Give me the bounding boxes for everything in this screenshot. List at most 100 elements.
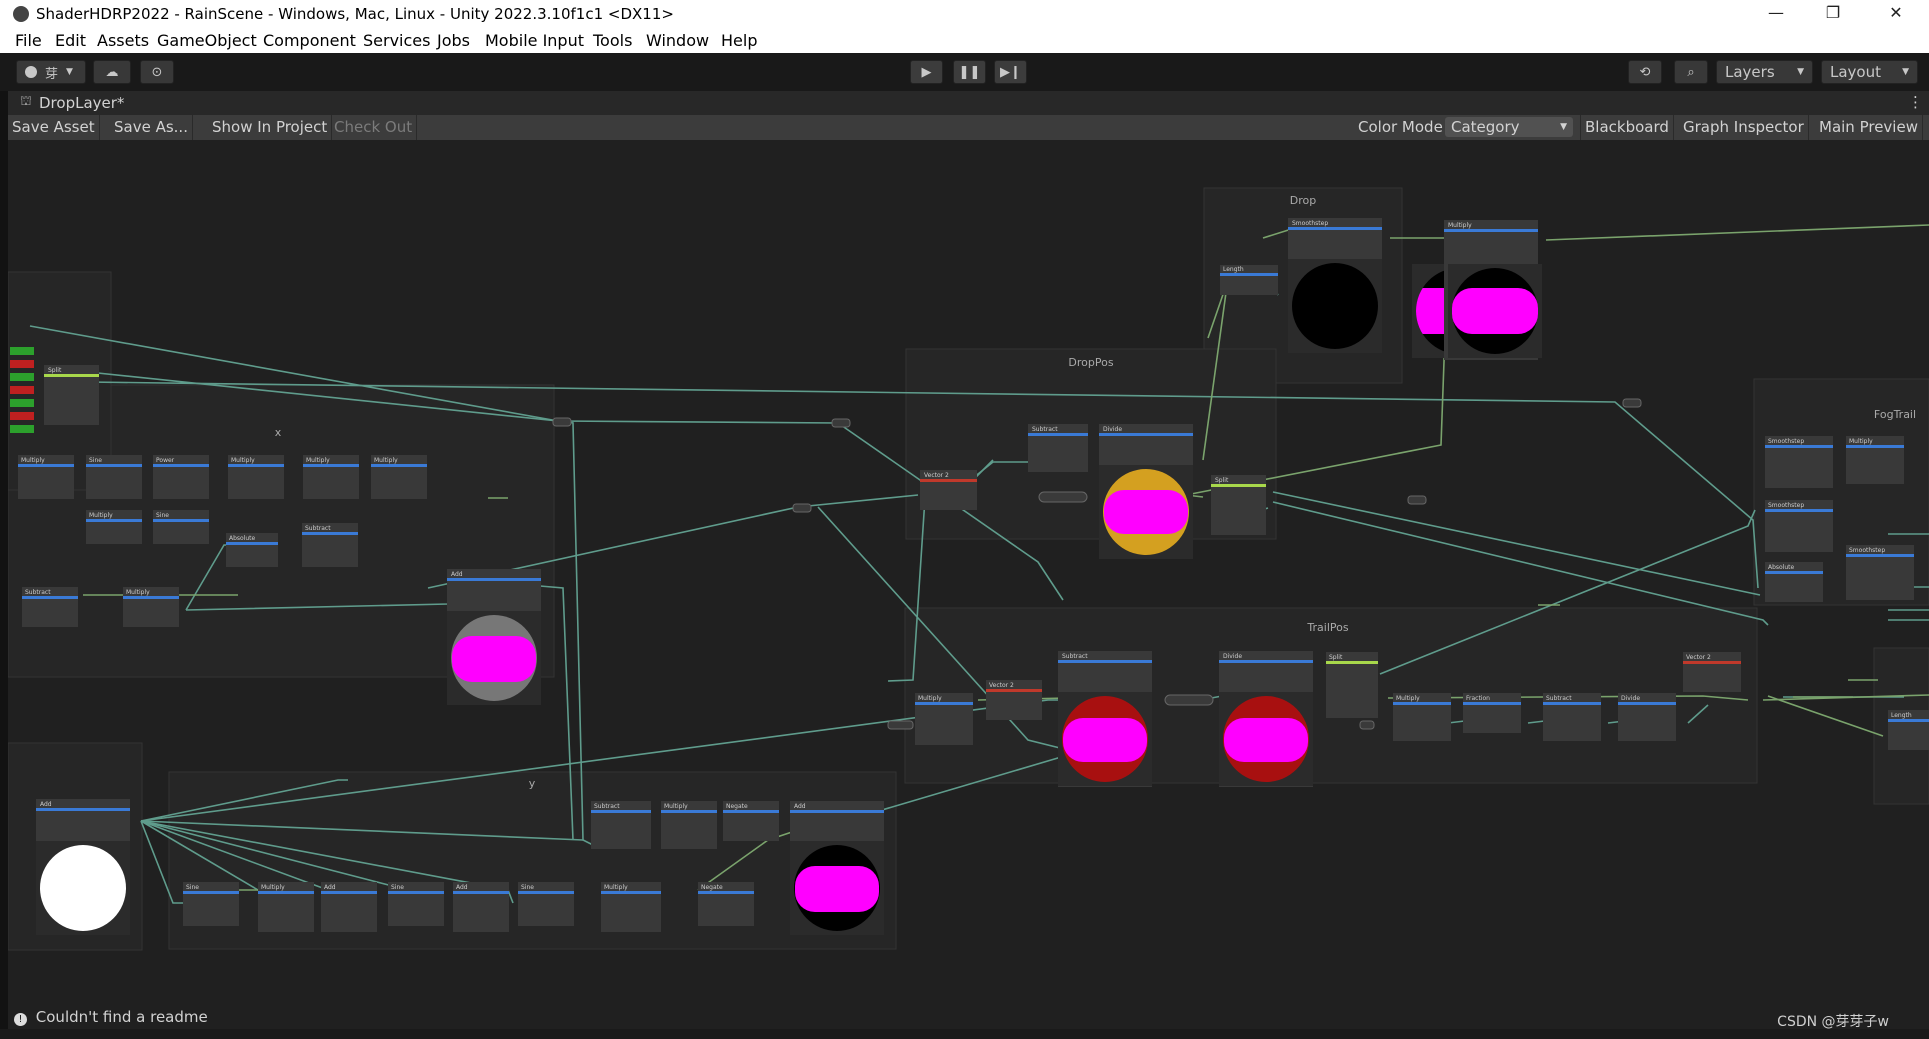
node-split-left[interactable]: Split: [44, 365, 99, 425]
node-multiply-x2[interactable]: Multiply: [228, 455, 284, 499]
node-multiply-x5[interactable]: Multiply: [86, 510, 142, 544]
tab-menu-icon[interactable]: ⋮: [1908, 93, 1923, 111]
node-multiply-y2[interactable]: Multiply: [258, 882, 314, 932]
layout-label: Layout: [1830, 63, 1881, 81]
menu-gameobject[interactable]: GameObject: [157, 31, 257, 50]
menu-window[interactable]: Window: [646, 31, 709, 50]
menu-tools[interactable]: Tools: [593, 31, 632, 50]
node-negate-y2[interactable]: Negate: [698, 882, 754, 926]
node-multiply-fogtrail[interactable]: Multiply: [1846, 436, 1904, 484]
node-absolute-x[interactable]: Absolute: [226, 533, 278, 567]
group-title-fogtrail: FogTrail: [1874, 408, 1916, 421]
node-length-right[interactable]: Length: [1888, 710, 1929, 750]
close-button[interactable]: ✕: [1881, 3, 1911, 22]
show-in-project-button[interactable]: Show In Project: [208, 115, 333, 140]
tab-droplayer[interactable]: DropLayer*: [39, 94, 124, 112]
node-subtract-droppos[interactable]: Subtract: [1028, 424, 1088, 472]
node-add-y3[interactable]: Add: [453, 882, 509, 932]
node-multiply-y3[interactable]: Multiply: [601, 882, 661, 932]
node-smoothstep-fogtrail1[interactable]: Smoothstep: [1765, 436, 1833, 488]
svg-text:Subtract: Subtract: [594, 803, 620, 810]
svg-text:Multiply: Multiply: [604, 884, 628, 891]
menu-file[interactable]: File: [15, 31, 42, 50]
svg-text:Divide: Divide: [1223, 653, 1242, 660]
chevron-down-icon: ▼: [1560, 122, 1567, 132]
svg-text:Add: Add: [451, 571, 463, 578]
node-sine-y1[interactable]: Sine: [183, 882, 239, 926]
shader-graph-icon: ⛫: [20, 94, 32, 109]
history-button[interactable]: ⟲: [1628, 60, 1662, 84]
node-sine-y3[interactable]: Sine: [518, 882, 574, 926]
step-button[interactable]: ▶❙: [994, 60, 1027, 84]
node-subtract-y[interactable]: Subtract: [591, 801, 651, 849]
svg-text:Multiply: Multiply: [306, 457, 330, 464]
node-length-drop[interactable]: Length: [1220, 265, 1278, 295]
play-button[interactable]: ▶: [910, 60, 943, 84]
save-asset-button[interactable]: Save Asset: [8, 115, 100, 140]
layers-dropdown[interactable]: Layers ▼: [1716, 60, 1813, 84]
node-multiply-trailpos2[interactable]: Multiply: [1393, 693, 1451, 741]
layout-dropdown[interactable]: Layout ▼: [1821, 60, 1918, 84]
node-split-trailpos[interactable]: Split: [1326, 652, 1378, 718]
node-power-x[interactable]: Power: [153, 455, 209, 499]
menu-edit[interactable]: Edit: [55, 31, 86, 50]
menu-jobs[interactable]: Jobs: [437, 31, 470, 50]
node-negate-y1[interactable]: Negate: [723, 801, 779, 841]
node-vector2-trailpos[interactable]: Vector 2: [986, 680, 1042, 720]
pause-button[interactable]: ❚❚: [953, 60, 986, 84]
node-multiply-x1[interactable]: Multiply: [18, 455, 74, 499]
graph-inspector-toggle[interactable]: Graph Inspector: [1679, 115, 1809, 140]
node-fraction-trailpos[interactable]: Fraction: [1463, 693, 1521, 733]
check-out-button[interactable]: Check Out: [330, 115, 418, 140]
minimize-button[interactable]: —: [1761, 3, 1791, 22]
node-split-droppos[interactable]: Split: [1211, 475, 1266, 535]
svg-text:Absolute: Absolute: [229, 535, 256, 542]
svg-text:Multiply: Multiply: [664, 803, 688, 810]
svg-text:Add: Add: [794, 803, 806, 810]
status-message: ! Couldn't find a readme: [14, 1008, 208, 1026]
node-multiply-x3[interactable]: Multiply: [303, 455, 359, 499]
svg-text:Split: Split: [1215, 477, 1229, 484]
node-multiply-y1[interactable]: Multiply: [661, 801, 717, 849]
svg-text:Vector 2: Vector 2: [1686, 654, 1711, 661]
unity-logo-icon: [13, 6, 29, 22]
node-absolute-fogtrail[interactable]: Absolute: [1765, 562, 1823, 602]
node-sine-x1[interactable]: Sine: [86, 455, 142, 499]
node-vector2-trailpos2[interactable]: Vector 2: [1683, 652, 1741, 692]
node-subtract-x2[interactable]: Subtract: [22, 587, 78, 627]
menu-mobile-input[interactable]: Mobile Input: [485, 31, 584, 50]
shader-graph-canvas[interactable]: Drop DropPos FogTrail x TrailPos y Smoot…: [8, 140, 1929, 1029]
node-sine-y2[interactable]: Sine: [388, 882, 444, 926]
node-divide-trailpos2[interactable]: Divide: [1618, 693, 1676, 741]
node-multiply-trailpos[interactable]: Multiply: [915, 693, 973, 745]
node-sine-x2[interactable]: Sine: [153, 510, 209, 544]
svg-text:Multiply: Multiply: [374, 457, 398, 464]
svg-text:Subtract: Subtract: [25, 589, 51, 596]
main-preview-toggle[interactable]: Main Preview: [1815, 115, 1923, 140]
node-smoothstep-fogtrail2[interactable]: Smoothstep: [1765, 500, 1833, 552]
color-mode-dropdown[interactable]: Category ▼: [1445, 117, 1573, 137]
node-subtract-x[interactable]: Subtract: [302, 523, 358, 567]
menu-assets[interactable]: Assets: [97, 31, 149, 50]
menu-component[interactable]: Component: [263, 31, 356, 50]
menu-services[interactable]: Services: [363, 31, 430, 50]
node-smoothstep-fogtrail3[interactable]: Smoothstep: [1846, 545, 1914, 600]
svg-text:Subtract: Subtract: [1032, 426, 1058, 433]
svg-text:Split: Split: [1329, 654, 1343, 661]
node-vector2-droppos[interactable]: Vector 2: [920, 470, 977, 510]
node-subtract-trailpos2[interactable]: Subtract: [1543, 693, 1601, 741]
collab-button[interactable]: ⊙: [140, 60, 174, 84]
account-dropdown[interactable]: 芽 ▼: [16, 60, 86, 84]
blackboard-toggle[interactable]: Blackboard: [1580, 115, 1674, 140]
status-bar: [0, 1029, 1929, 1039]
maximize-button[interactable]: ❐: [1818, 3, 1848, 22]
search-button[interactable]: ⌕: [1674, 60, 1708, 84]
info-icon: !: [14, 1013, 27, 1026]
node-multiply-x6[interactable]: Multiply: [123, 587, 179, 627]
node-multiply-x4[interactable]: Multiply: [371, 455, 427, 499]
cloud-button[interactable]: ☁: [93, 60, 131, 84]
svg-text:Negate: Negate: [701, 884, 723, 891]
save-as-button[interactable]: Save As...: [110, 115, 193, 140]
node-add-y2[interactable]: Add: [321, 882, 377, 932]
menu-help[interactable]: Help: [721, 31, 757, 50]
